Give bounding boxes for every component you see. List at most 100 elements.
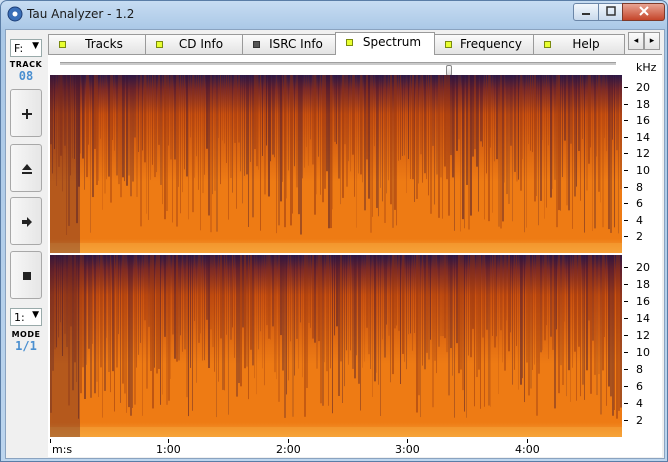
y-tick: [624, 103, 628, 105]
y-tick: [624, 301, 628, 302]
tab-label: Tracks: [85, 37, 123, 51]
y-tick-label: 20: [636, 261, 650, 274]
tab-strip: Tracks CD Info ISRC Info Spectrum Freque…: [48, 32, 628, 55]
y-tick-label: 10: [636, 346, 650, 359]
y-tick: [624, 267, 628, 268]
y-axis-unit: kHz: [636, 61, 657, 74]
y-tick: [624, 120, 628, 122]
y-tick-label: 8: [636, 180, 643, 194]
y-tick-label: 10: [636, 164, 650, 177]
y-tick-label: 12: [636, 147, 650, 161]
add-button[interactable]: [10, 89, 42, 137]
spectrogram-left-channel[interactable]: [50, 75, 622, 253]
chevron-left-icon: ◂: [633, 36, 639, 46]
y-tick: [624, 153, 628, 155]
y-tick: [624, 335, 628, 336]
x-tick-label: 4:00: [515, 443, 540, 456]
stop-icon: [23, 272, 31, 280]
y-tick-label: 14: [636, 312, 650, 325]
y-tick: [624, 186, 628, 188]
app-window: Tau Analyzer - 1.2 F: ▼ TRACK 08 1: ▼ MO…: [0, 0, 668, 462]
tab-scroll-left-button[interactable]: ◂: [628, 32, 644, 50]
chevron-down-icon: ▼: [32, 310, 39, 320]
y-tick-label: 12: [636, 329, 650, 342]
eject-button[interactable]: [10, 144, 42, 192]
spectrum-panel: kHz 20 18 16 14 12 10 8 6 4 2 20 18 16 14 12 10 8 6 4 2 m:…: [48, 54, 662, 457]
y-tick: [624, 219, 628, 221]
next-button[interactable]: [10, 197, 42, 245]
y-tick: [624, 170, 628, 171]
close-icon: [638, 6, 649, 16]
spectrogram-right-channel[interactable]: [50, 255, 622, 437]
tab-label: Help: [572, 37, 600, 51]
y-tick: [624, 386, 628, 387]
x-tick: [50, 439, 51, 443]
track-value: 08: [18, 69, 34, 83]
y-tick-label: 2: [636, 414, 643, 427]
tab-frequency[interactable]: Frequency: [434, 34, 534, 54]
minimize-button[interactable]: [573, 3, 599, 21]
tab-label: CD Info: [178, 37, 224, 51]
y-tick-label: 6: [636, 380, 643, 393]
tab-spectrum[interactable]: Spectrum: [335, 32, 435, 55]
tab-isrc-info[interactable]: ISRC Info: [242, 34, 336, 54]
y-tick: [624, 203, 628, 205]
spectrogram-image: [50, 255, 622, 437]
x-tick-label: 2:00: [276, 443, 301, 456]
left-toolbar: F: ▼ TRACK 08 1: ▼ MODE 1/1: [8, 32, 44, 456]
mode-select-value: 1:: [14, 311, 25, 324]
y-tick: [624, 403, 628, 404]
spectrogram-image: [50, 75, 622, 253]
chevron-down-icon: ▼: [32, 41, 39, 51]
tab-tracks[interactable]: Tracks: [48, 34, 146, 54]
tab-help[interactable]: Help: [533, 34, 625, 54]
y-tick: [624, 318, 628, 319]
y-tick-label: 2: [636, 230, 643, 244]
x-axis: m:s 1:00 2:00 3:00 4:00: [50, 439, 622, 457]
y-tick-label: 18: [636, 278, 650, 291]
arrow-right-icon: [22, 217, 32, 227]
drive-select[interactable]: F: ▼: [10, 39, 42, 57]
y-tick-label: 20: [636, 81, 650, 94]
y-axis-top: 20 18 16 14 12 10 8 6 4 2: [624, 75, 660, 253]
position-slider[interactable]: [60, 62, 616, 76]
title-bar[interactable]: Tau Analyzer - 1.2: [1, 1, 667, 29]
y-axis-bottom: 20 18 16 14 12 10 8 6 4 2: [624, 255, 660, 437]
tab-scroll-right-button[interactable]: ▸: [644, 32, 660, 50]
y-tick-label: 4: [636, 213, 643, 227]
tab-label: Frequency: [460, 37, 522, 51]
x-tick-label: m:s: [52, 443, 73, 456]
mode-value: 1/1: [15, 339, 37, 353]
tab-label: Spectrum: [362, 35, 422, 49]
close-button[interactable]: [622, 3, 665, 21]
y-tick: [624, 136, 628, 138]
y-tick-label: 6: [636, 197, 643, 211]
maximize-button[interactable]: [598, 3, 623, 21]
y-tick-label: 4: [636, 397, 643, 410]
y-tick: [624, 236, 628, 238]
y-tick: [624, 420, 628, 421]
y-tick: [624, 284, 628, 285]
track-label: TRACK: [9, 60, 43, 69]
y-tick: [624, 369, 628, 370]
eject-icon: [22, 164, 32, 174]
drive-select-value: F:: [14, 42, 24, 55]
x-tick-label: 3:00: [395, 443, 420, 456]
tab-cd-info[interactable]: CD Info: [145, 34, 243, 54]
y-tick: [624, 352, 628, 353]
maximize-icon: [605, 6, 616, 16]
client-area: F: ▼ TRACK 08 1: ▼ MODE 1/1 Tracks CD In…: [5, 29, 665, 459]
app-icon: [7, 6, 23, 22]
window-title: Tau Analyzer - 1.2: [27, 7, 135, 21]
stop-button[interactable]: [10, 251, 42, 299]
plus-icon: [22, 109, 32, 119]
y-tick-label: 14: [636, 130, 650, 144]
x-tick-label: 1:00: [156, 443, 181, 456]
mode-label: MODE: [11, 330, 41, 339]
y-tick-label: 8: [636, 363, 643, 376]
tab-label: ISRC Info: [269, 37, 323, 51]
chevron-right-icon: ▸: [649, 36, 655, 46]
minimize-icon: [582, 13, 590, 15]
mode-select[interactable]: 1: ▼: [10, 308, 42, 326]
y-tick: [624, 87, 628, 88]
